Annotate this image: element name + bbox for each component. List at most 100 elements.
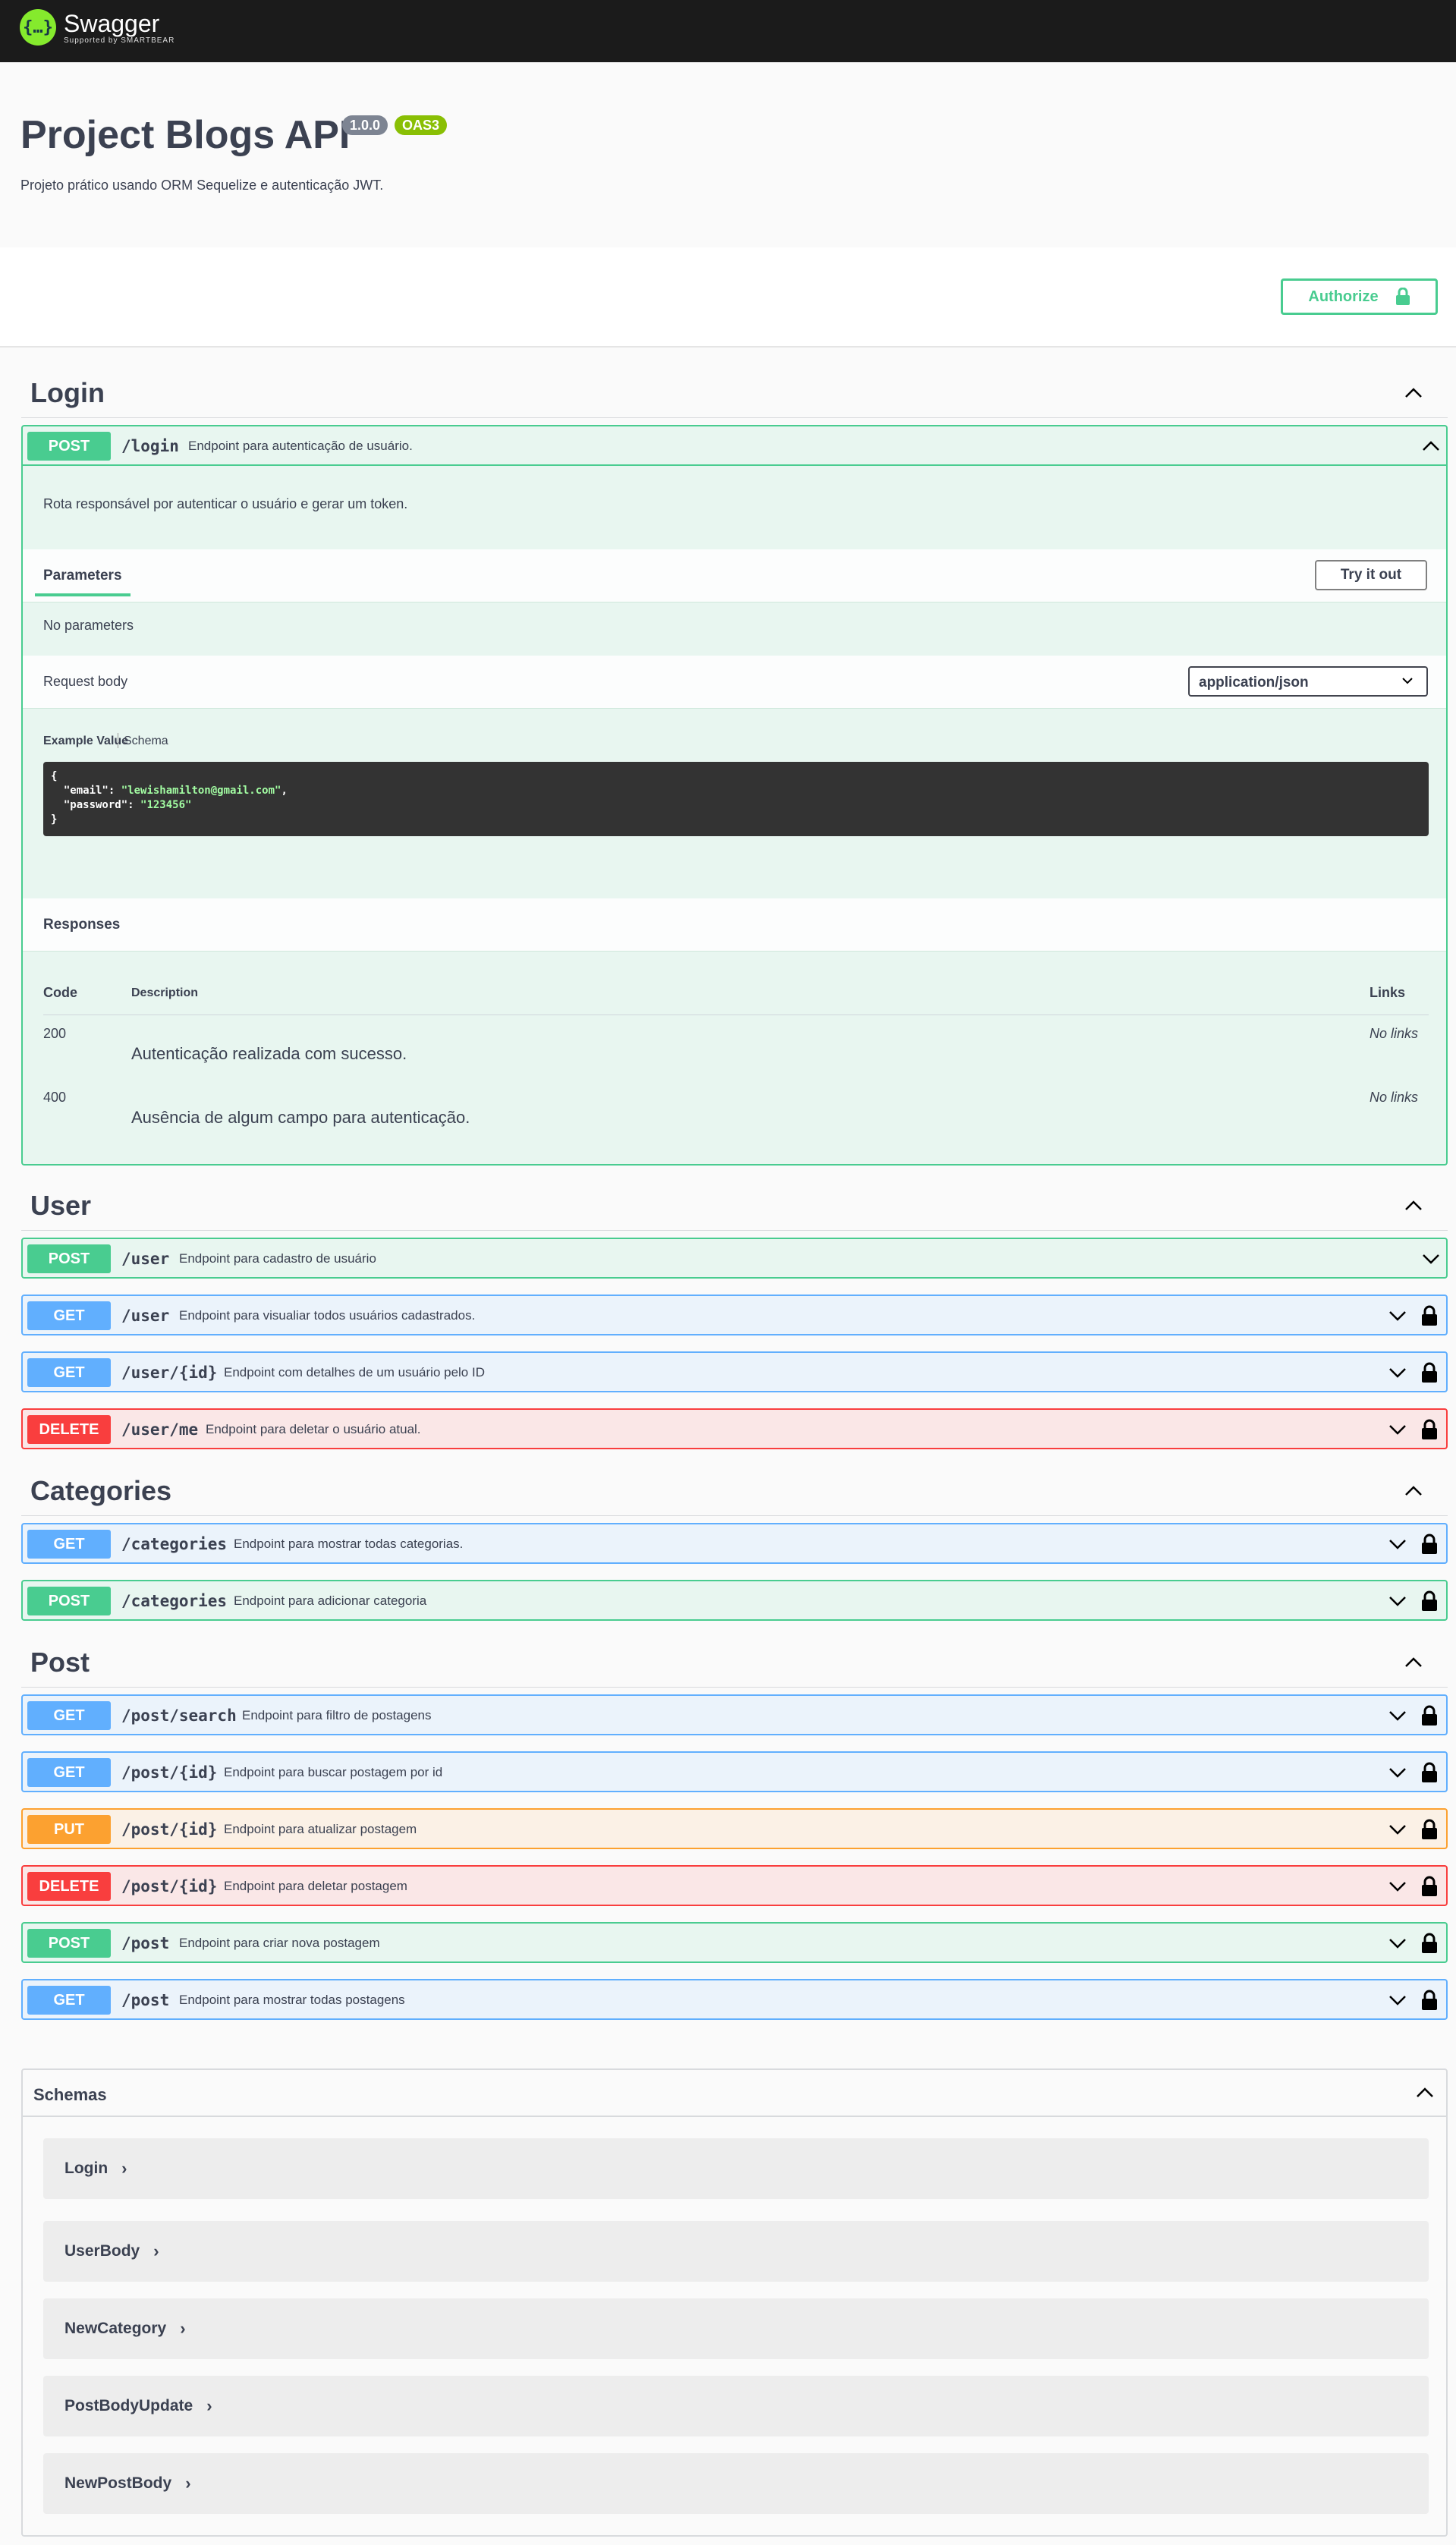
method-badge: DELETE (27, 1872, 111, 1901)
tag-user[interactable]: User (30, 1190, 91, 1222)
chevron-up-icon[interactable] (1402, 382, 1425, 404)
chevron-down-icon[interactable] (1387, 1362, 1408, 1383)
tag-divider (21, 1687, 1448, 1688)
response-code: 200 (43, 1026, 67, 1041)
op-post-user[interactable]: POST /user Endpoint para cadastro de usu… (21, 1238, 1448, 1279)
op-path: /login (121, 437, 179, 455)
try-it-out-button[interactable]: Try it out (1315, 560, 1427, 590)
chevron-up-icon[interactable] (1414, 2082, 1436, 2103)
schemas-header[interactable]: Schemas (23, 2070, 1446, 2117)
chevron-up-icon[interactable] (1402, 1651, 1425, 1674)
op-post-post[interactable]: POST /post Endpoint para criar nova post… (21, 1922, 1448, 1963)
authorize-button[interactable]: Authorize (1281, 278, 1438, 315)
response-code: 400 (43, 1090, 67, 1105)
example-value-tab[interactable]: Example Value (43, 735, 128, 748)
lock-icon[interactable] (1420, 1419, 1439, 1440)
tag-divider (21, 417, 1448, 418)
tag-login[interactable]: Login (30, 377, 105, 409)
chevron-down-icon (1402, 678, 1413, 684)
code-value: "lewishamilton@gmail.com" (121, 785, 281, 797)
schemes-bar (0, 247, 1456, 348)
op-get-post-id[interactable]: GET /post/{id} Endpoint para buscar post… (21, 1751, 1448, 1792)
model-newcategory[interactable]: NewCategory › (43, 2298, 1429, 2359)
tag-categories[interactable]: Categories (30, 1475, 171, 1507)
chevron-down-icon[interactable] (1387, 1762, 1408, 1783)
version-badge: 1.0.0 (342, 115, 388, 135)
method-badge: GET (27, 1301, 111, 1330)
op-summary: Endpoint para deletar o usuário atual. (206, 1422, 421, 1436)
op-summary: Endpoint para filtro de postagens (242, 1708, 432, 1722)
op-get-categories[interactable]: GET /categories Endpoint para mostrar to… (21, 1523, 1448, 1564)
op-path: /categories (121, 1592, 228, 1610)
chevron-down-icon[interactable] (1387, 1705, 1408, 1726)
op-get-post-search[interactable]: GET /post/search Endpoint para filtro de… (21, 1694, 1448, 1735)
chevron-up-icon[interactable] (1402, 1194, 1425, 1217)
op-summary: Endpoint para atualizar postagem (224, 1822, 417, 1836)
lock-icon (1395, 288, 1410, 305)
op-path: /post/{id} (121, 1877, 218, 1895)
oas-badge: OAS3 (395, 115, 448, 135)
content-type-select[interactable]: application/json (1188, 666, 1428, 697)
op-path: /post/{id} (121, 1763, 218, 1782)
lock-icon[interactable] (1420, 1362, 1439, 1383)
api-description: Projeto prático usando ORM Sequelize e a… (20, 178, 384, 193)
col-description: Description (131, 986, 199, 999)
lock-icon[interactable] (1420, 1990, 1439, 2011)
op-delete-post-id[interactable]: DELETE /post/{id} Endpoint para deletar … (21, 1865, 1448, 1906)
op-get-user[interactable]: GET /user Endpoint para visualiar todos … (21, 1295, 1448, 1335)
chevron-down-icon[interactable] (1387, 1590, 1408, 1612)
lock-icon[interactable] (1420, 1534, 1439, 1555)
op-summary: Endpoint para mostrar todas categorias. (234, 1537, 464, 1551)
lock-icon[interactable] (1420, 1705, 1439, 1726)
model-login[interactable]: Login › (43, 2138, 1429, 2199)
chevron-right-icon: › (185, 2474, 191, 2493)
request-body-header: Request body application/json (23, 656, 1446, 709)
op-get-post[interactable]: GET /post Endpoint para mostrar todas po… (21, 1979, 1448, 2020)
api-title: Project Blogs API (20, 113, 351, 157)
op-post-categories[interactable]: POST /categories Endpoint para adicionar… (21, 1580, 1448, 1621)
op-summary: Endpoint com detalhes de um usuário pelo… (224, 1365, 485, 1379)
op-summary: Endpoint para visualiar todos usuários c… (179, 1308, 476, 1323)
schema-tab[interactable]: Schema (124, 735, 168, 748)
lock-icon[interactable] (1420, 1933, 1439, 1954)
lock-icon[interactable] (1420, 1305, 1439, 1326)
op-get-user-id[interactable]: GET /user/{id} Endpoint com detalhes de … (21, 1351, 1448, 1392)
chevron-down-icon[interactable] (1387, 1534, 1408, 1555)
op-path: /post (121, 1934, 170, 1952)
chevron-down-icon[interactable] (1387, 1419, 1408, 1440)
model-newpostbody[interactable]: NewPostBody › (43, 2453, 1429, 2514)
op-delete-user-me[interactable]: DELETE /user/me Endpoint para deletar o … (21, 1408, 1448, 1449)
responses-header: Responses (23, 898, 1446, 952)
logo-title: Swagger (64, 9, 160, 37)
swagger-logo[interactable]: {…} Swagger Supported by SMARTBEAR (20, 9, 175, 46)
chevron-down-icon[interactable] (1387, 1305, 1408, 1326)
chevron-down-icon[interactable] (1387, 1819, 1408, 1840)
method-badge: POST (27, 1244, 111, 1273)
authorize-label: Authorize (1308, 288, 1379, 305)
method-badge: POST (27, 1587, 111, 1615)
model-userbody[interactable]: UserBody › (43, 2221, 1429, 2282)
chevron-down-icon[interactable] (1387, 1933, 1408, 1954)
op-summary: Endpoint para cadastro de usuário (179, 1251, 376, 1266)
chevron-up-icon[interactable] (1420, 436, 1442, 457)
topbar: {…} Swagger Supported by SMARTBEAR (0, 0, 1456, 62)
method-badge: POST (27, 1929, 111, 1958)
chevron-down-icon[interactable] (1387, 1990, 1408, 2011)
op-summary: Endpoint para mostrar todas postagens (179, 1993, 405, 2007)
method-badge: PUT (27, 1815, 111, 1844)
lock-icon[interactable] (1420, 1590, 1439, 1612)
op-post-login[interactable]: POST /login Endpoint para autenticação d… (21, 425, 1448, 466)
method-badge: GET (27, 1758, 111, 1787)
chevron-down-icon[interactable] (1420, 1248, 1442, 1269)
lock-icon[interactable] (1420, 1819, 1439, 1840)
chevron-down-icon[interactable] (1387, 1876, 1408, 1897)
chevron-up-icon[interactable] (1402, 1480, 1425, 1502)
model-postbodyupdate[interactable]: PostBodyUpdate › (43, 2376, 1429, 2436)
lock-icon[interactable] (1420, 1876, 1439, 1897)
chevron-right-icon: › (121, 2159, 127, 2178)
tab-parameters[interactable]: Parameters (43, 568, 122, 584)
op-summary: Endpoint para deletar postagem (224, 1879, 407, 1893)
tag-post[interactable]: Post (30, 1647, 90, 1678)
lock-icon[interactable] (1420, 1762, 1439, 1783)
op-put-post-id[interactable]: PUT /post/{id} Endpoint para atualizar p… (21, 1808, 1448, 1849)
